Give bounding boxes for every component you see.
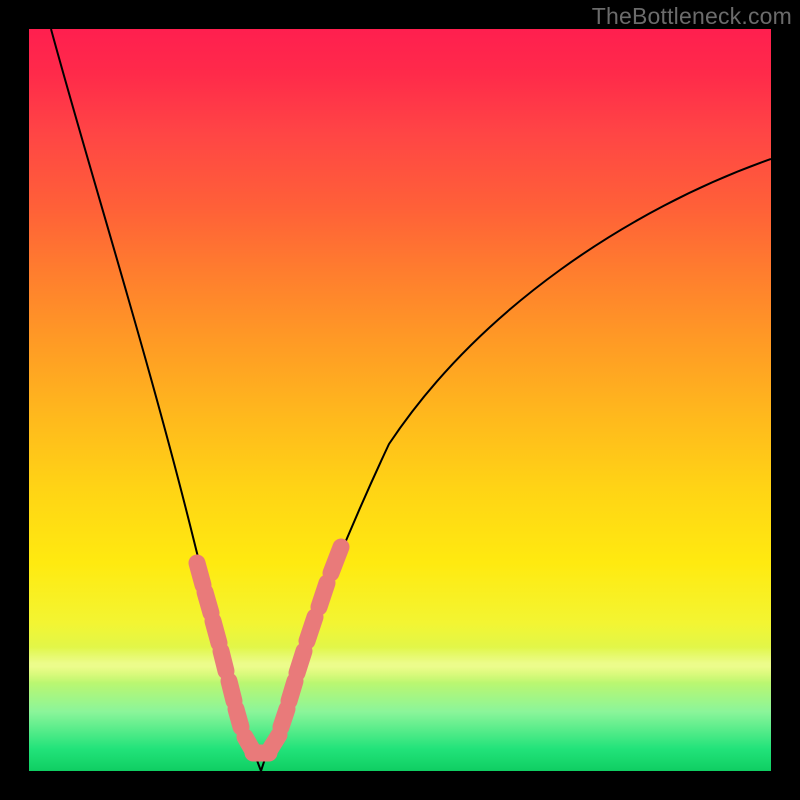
watermark-text: TheBottleneck.com	[592, 3, 792, 30]
beads-bottom	[245, 735, 279, 753]
right-curve	[261, 159, 771, 771]
curves-layer	[29, 29, 771, 771]
chart-frame: TheBottleneck.com	[0, 0, 800, 800]
plot-area	[29, 29, 771, 771]
beads-left	[197, 563, 241, 727]
beads-right	[281, 547, 341, 727]
